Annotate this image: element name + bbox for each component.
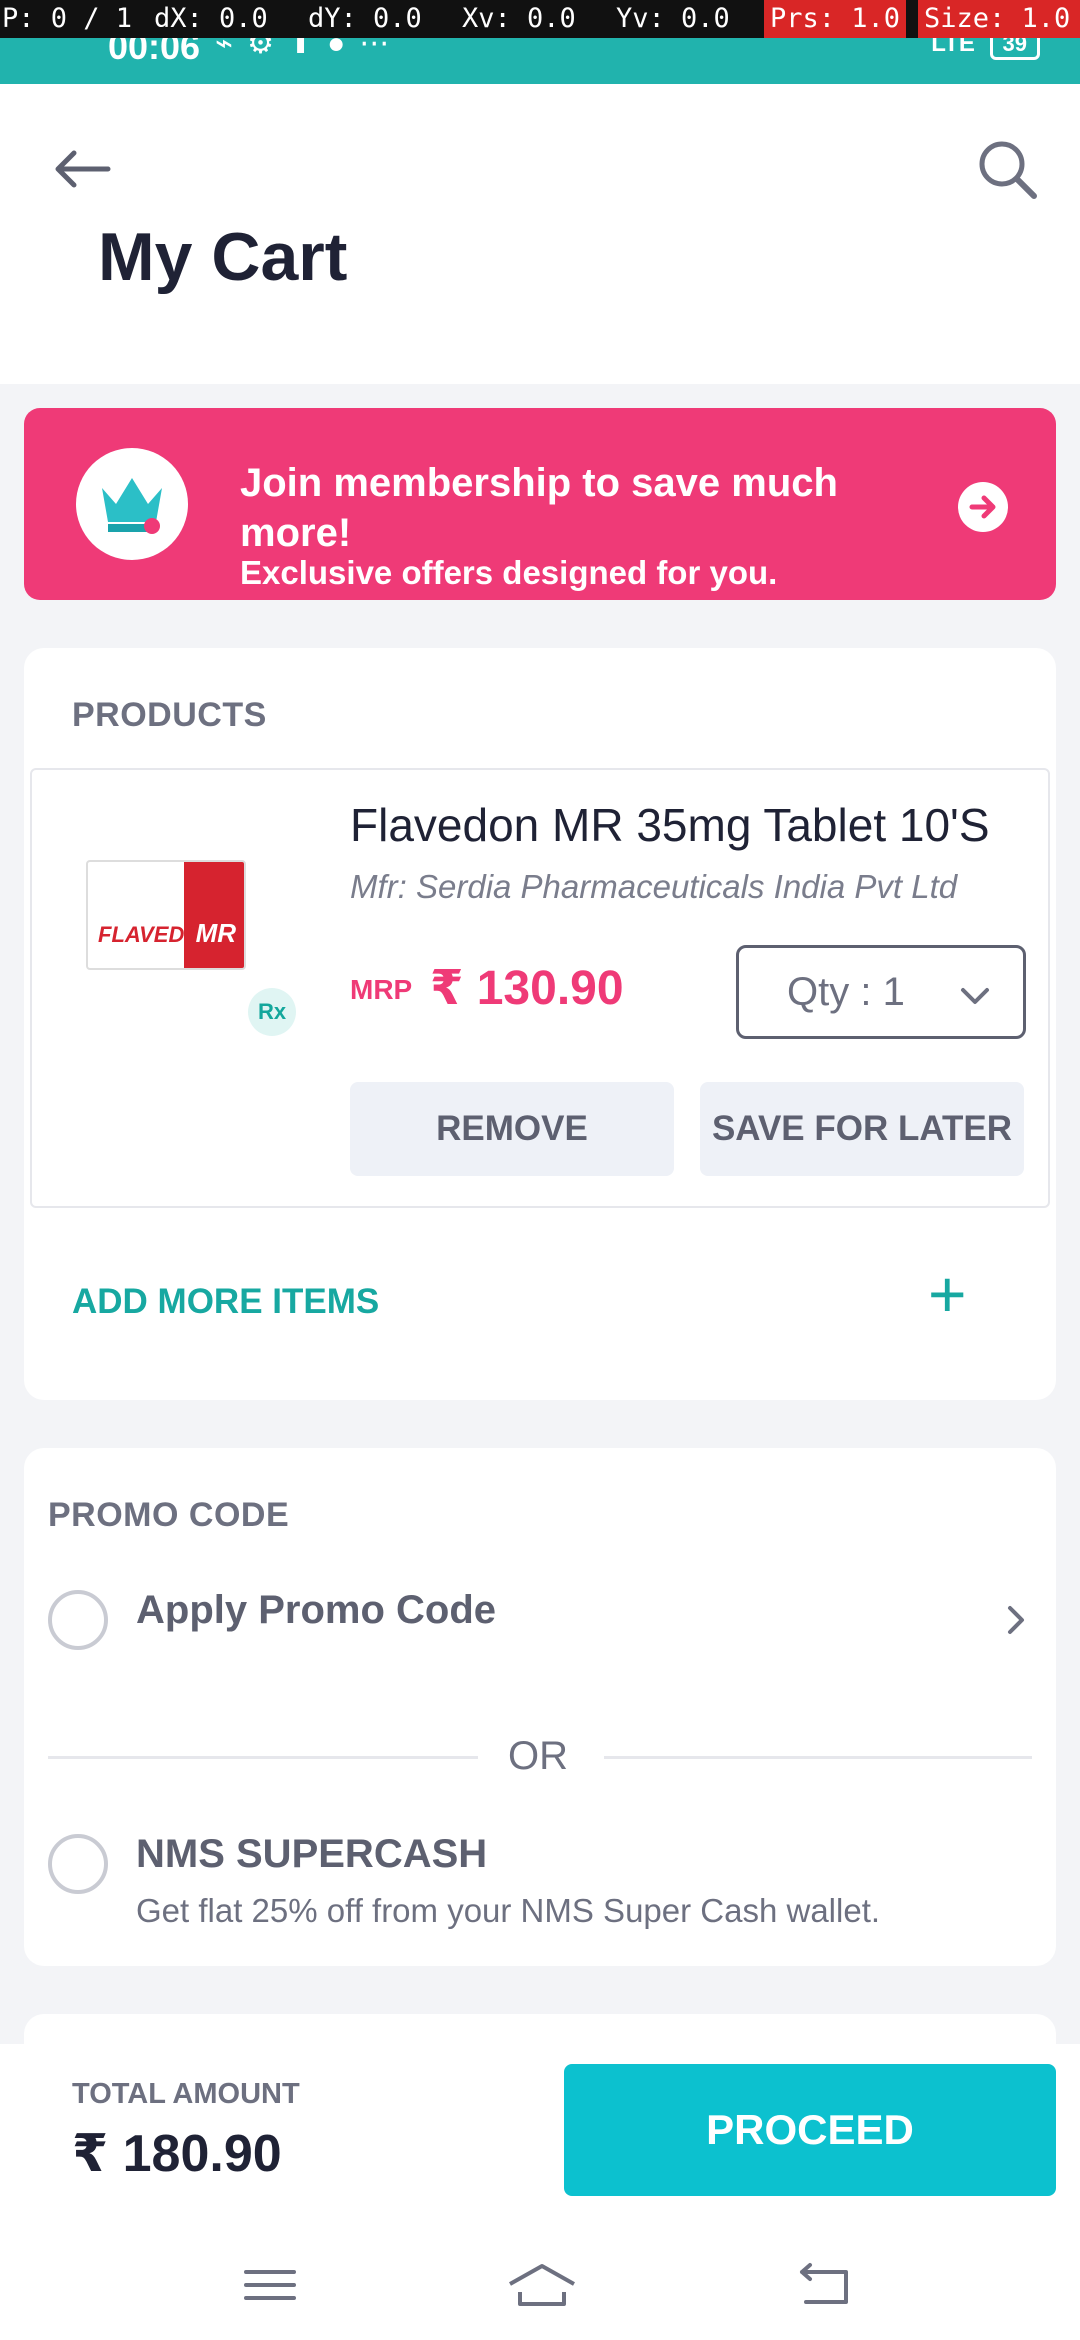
pointer-debug-overlay: P: 0 / 1 dX: 0.0 dY: 0.0 Xv: 0.0 Yv: 0.0… (0, 0, 1080, 38)
product-price: ₹ 130.90 (430, 962, 624, 1015)
debug-size: Size: 1.0 (918, 0, 1080, 38)
arrow-right-icon[interactable] (958, 482, 1008, 532)
chevron-down-icon (961, 988, 989, 1004)
quantity-dropdown[interactable]: Qty : 1 (736, 945, 1026, 1039)
rx-badge: Rx (248, 988, 296, 1036)
plus-icon[interactable]: + (928, 1254, 967, 1334)
remove-button[interactable]: REMOVE (350, 1082, 674, 1176)
promo-card: PROMO CODE Apply Promo Code OR NMS SUPER… (24, 1448, 1056, 1966)
back-arrow-icon[interactable] (52, 139, 112, 199)
total-amount-label: TOTAL AMOUNT (72, 2078, 300, 2110)
chevron-right-icon[interactable] (996, 1600, 1036, 1640)
products-section-label: PRODUCTS (72, 696, 267, 734)
debug-dx: dX: 0.0 (154, 3, 268, 34)
proceed-button[interactable]: PROCEED (564, 2064, 1056, 2196)
debug-dy: dY: 0.0 (308, 3, 422, 34)
search-icon[interactable] (974, 136, 1040, 202)
product-image-pack (184, 862, 244, 968)
cart-item: FLAVEDON MR Rx Flavedon MR 35mg Tablet 1… (30, 768, 1050, 1208)
supercash-radio[interactable] (48, 1834, 108, 1894)
system-nav-bar (0, 2224, 1080, 2340)
product-image[interactable]: FLAVEDON MR (86, 860, 246, 970)
mrp-label: MRP (350, 974, 413, 1005)
apply-promo-code[interactable]: Apply Promo Code (136, 1588, 496, 1633)
total-amount-value: ₹ 180.90 (72, 2125, 282, 2183)
membership-banner[interactable]: Join membership to save much more! Exclu… (24, 408, 1056, 600)
debug-yv: Yv: 0.0 (616, 3, 730, 34)
product-image-suffix: MR (195, 918, 236, 948)
home-icon[interactable] (506, 2260, 578, 2310)
quantity-value: Qty : 1 (787, 970, 905, 1014)
products-card: PRODUCTS FLAVEDON MR Rx Flavedon MR 35mg… (24, 648, 1056, 1400)
header: My Cart (0, 84, 1080, 384)
debug-prs: Prs: 1.0 (764, 0, 907, 38)
promo-code-radio[interactable] (48, 1590, 108, 1650)
product-name[interactable]: Flavedon MR 35mg Tablet 10'S (350, 798, 990, 852)
membership-title: Join membership to save much more! (240, 461, 838, 555)
supercash-title[interactable]: NMS SUPERCASH (136, 1832, 487, 1877)
divider-left (48, 1756, 478, 1759)
promo-section-label: PROMO CODE (48, 1496, 290, 1534)
product-manufacturer: Mfr: Serdia Pharmaceuticals India Pvt Lt… (350, 868, 958, 905)
debug-p: P: 0 / 1 (2, 3, 133, 34)
membership-subtitle: Exclusive offers designed for you. (240, 554, 778, 591)
page-title: My Cart (98, 219, 348, 295)
save-for-later-button[interactable]: SAVE FOR LATER (700, 1082, 1024, 1176)
debug-xv: Xv: 0.0 (462, 3, 576, 34)
checkout-bar: TOTAL AMOUNT ₹ 180.90 PROCEED (0, 2044, 1080, 2224)
back-nav-icon[interactable] (794, 2260, 854, 2310)
add-more-items-link[interactable]: ADD MORE ITEMS (72, 1282, 379, 1322)
menu-icon[interactable] (240, 2260, 300, 2310)
or-separator: OR (508, 1734, 568, 1778)
crown-icon (76, 448, 188, 560)
divider-right (604, 1756, 1032, 1759)
supercash-description: Get flat 25% off from your NMS Super Cas… (136, 1892, 881, 1929)
